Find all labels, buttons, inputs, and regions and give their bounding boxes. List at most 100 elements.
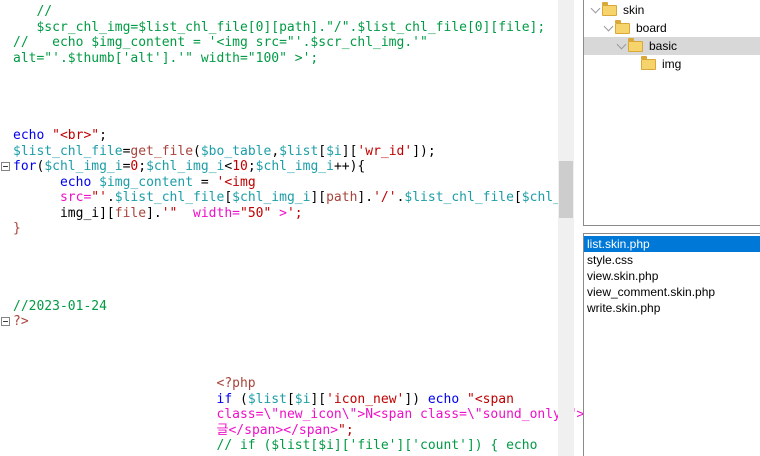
code-token — [459, 392, 467, 407]
code-token: ; — [99, 128, 107, 143]
file-list-item[interactable]: view_comment.skin.php — [584, 284, 760, 300]
chevron-down-icon[interactable] — [614, 39, 628, 53]
code-token: "<span — [467, 392, 514, 407]
code-token: $list_chl_file — [13, 144, 123, 159]
code-token: //2023-01-24 — [13, 299, 107, 314]
file-list-item[interactable]: list.skin.php — [584, 236, 760, 252]
tree-item-img[interactable]: img — [584, 55, 760, 73]
fold-collapse-icon[interactable] — [1, 162, 10, 171]
code-line[interactable] — [13, 237, 558, 253]
code-token: '<img — [217, 175, 256, 190]
code-line[interactable]: // — [13, 4, 558, 20]
code-line[interactable]: // echo $img_content = '<img src="'.$scr… — [13, 35, 558, 51]
folder-icon — [615, 23, 630, 34]
code-line[interactable]: alt="'.$thumb['alt'].'" width="100" >'; — [13, 51, 558, 67]
code-token: '" — [162, 206, 178, 221]
tree-item-label: img — [662, 57, 681, 71]
code-token: ; — [248, 159, 256, 174]
tree-item-board[interactable]: board — [584, 19, 760, 37]
code-line[interactable] — [13, 97, 558, 113]
folder-tree-panel[interactable]: skin boardbasic img — [583, 0, 760, 226]
code-token: 글</span></span> — [217, 423, 339, 438]
code-line[interactable]: $scr_chl_img=$list_chl_file[0][path]."/"… — [13, 20, 558, 36]
code-line[interactable]: <?php — [13, 376, 558, 392]
code-line[interactable]: echo $img_content = '<img — [13, 175, 558, 191]
code-token — [13, 423, 217, 438]
file-list-item[interactable]: view.skin.php — [584, 268, 760, 284]
code-editor[interactable]: // $scr_chl_img=$list_chl_file[0][path].… — [0, 0, 558, 456]
code-token: [ — [514, 190, 522, 205]
code-token: > — [279, 206, 287, 221]
code-line[interactable] — [13, 361, 558, 377]
code-token: ][ — [310, 392, 326, 407]
code-token: echo — [428, 392, 459, 407]
code-token: class=\"new_icon\">N<span class=\"sound_… — [217, 407, 597, 422]
chevron-glyph — [616, 40, 626, 50]
code-token: [ — [287, 392, 295, 407]
code-token: img_i][ — [13, 206, 115, 221]
code-token: . — [107, 190, 115, 205]
code-token: // if ($list[$i]['file']['count']) { ech… — [217, 438, 538, 453]
code-token: 'icon_new' — [326, 392, 404, 407]
code-token: $i — [295, 392, 311, 407]
code-token: $list — [248, 392, 287, 407]
code-token: // — [13, 4, 52, 19]
code-token: ]); — [412, 144, 435, 159]
code-line[interactable]: class=\"new_icon\">N<span class=\"sound_… — [13, 407, 558, 423]
code-line[interactable]: } — [13, 221, 558, 237]
code-token: < — [224, 159, 232, 174]
code-line[interactable]: echo "<br>"; — [13, 128, 558, 144]
code-line[interactable]: if ($list[$i]['icon_new']) echo "<span — [13, 392, 558, 408]
code-token: $scr_chl_img=$list_chl_file[0][path]."/"… — [13, 20, 545, 35]
code-token — [13, 407, 217, 422]
code-token: $list — [279, 144, 318, 159]
tree-item-label: skin — [623, 3, 644, 17]
editor-vertical-scrollbar[interactable] — [558, 0, 574, 456]
code-token: [ — [224, 190, 232, 205]
code-line[interactable] — [13, 330, 558, 346]
code-line[interactable] — [13, 66, 558, 82]
code-line[interactable]: img_i][file].'" width="50" >'; — [13, 206, 558, 222]
scrollbar-thumb[interactable] — [559, 161, 573, 218]
code-token: $list_chl_file — [404, 190, 514, 205]
code-token: $img_content — [99, 175, 193, 190]
code-token: ; — [138, 159, 146, 174]
code-token: alt="'.$thumb['alt'].'" width="100" >'; — [13, 51, 318, 66]
code-token: file — [115, 206, 146, 221]
file-list-item[interactable]: style.css — [584, 252, 760, 268]
code-line[interactable]: for($chl_img_i=0;$chl_img_i<10;$chl_img_… — [13, 159, 558, 175]
code-token: ( — [193, 144, 201, 159]
chevron-spacer — [627, 57, 641, 71]
code-line[interactable]: // if ($list[$i]['file']['count']) { ech… — [13, 438, 558, 454]
code-token: } — [13, 221, 21, 236]
chevron-down-icon[interactable] — [588, 3, 602, 17]
tree-item-basic[interactable]: basic — [584, 37, 760, 55]
code-line[interactable] — [13, 268, 558, 284]
code-line[interactable]: src="'.$list_chl_file[$chl_img_i][path].… — [13, 190, 558, 206]
folder-icon — [602, 5, 617, 16]
code-line[interactable] — [13, 82, 558, 98]
code-token: '; — [287, 206, 303, 221]
code-token: ]. — [146, 206, 162, 221]
folder-icon — [628, 41, 643, 52]
code-line[interactable]: 글</span></span>"; — [13, 423, 558, 439]
code-line[interactable]: //2023-01-24 — [13, 299, 558, 315]
code-token: 10 — [232, 159, 248, 174]
code-line[interactable]: $list_chl_file=get_file($bo_table,$list[… — [13, 144, 558, 160]
code-token: , — [271, 144, 279, 159]
code-line[interactable] — [13, 283, 558, 299]
file-list-item[interactable]: write.skin.php — [584, 300, 760, 316]
code-line[interactable] — [13, 113, 558, 129]
code-token — [44, 128, 52, 143]
tree-item-skin[interactable]: skin — [584, 1, 760, 19]
code-line[interactable] — [13, 252, 558, 268]
code-token: '/' — [373, 190, 396, 205]
code-line[interactable]: ?> — [13, 314, 558, 330]
code-line[interactable] — [13, 345, 558, 361]
code-token: $chl_img_i — [44, 159, 122, 174]
fold-collapse-icon[interactable] — [1, 317, 10, 326]
code-token: // echo $img_content = '<img src="'.$scr… — [13, 35, 428, 50]
chevron-down-icon[interactable] — [601, 21, 615, 35]
file-list-panel[interactable]: list.skin.phpstyle.cssview.skin.phpview_… — [583, 233, 760, 456]
code-token: echo — [60, 175, 91, 190]
